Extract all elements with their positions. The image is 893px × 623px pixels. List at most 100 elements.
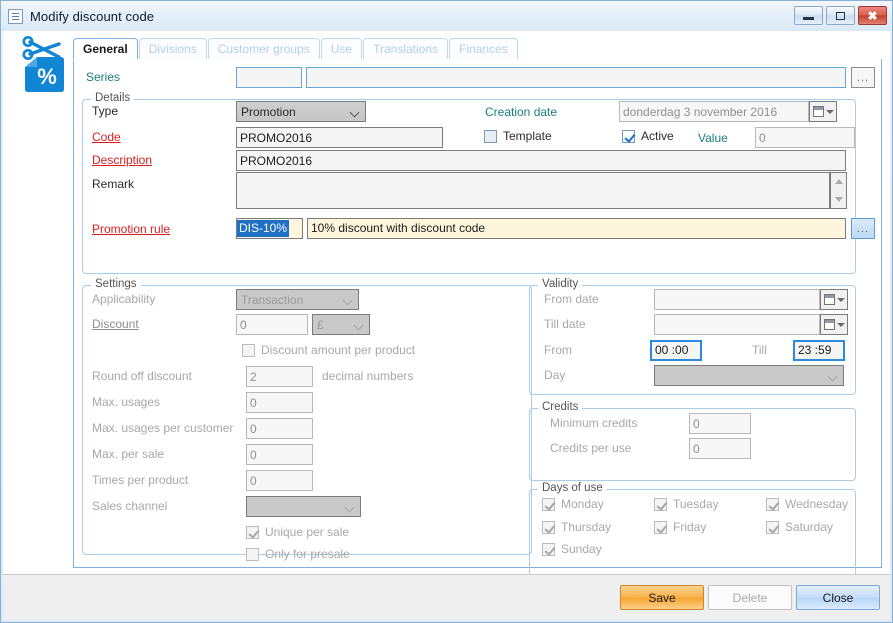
discount-currency-dropdown[interactable]: £: [312, 314, 370, 335]
till-time-input[interactable]: 23 :59: [793, 340, 845, 361]
delete-button-label: Delete: [732, 590, 768, 605]
unique-per-sale-checkbox[interactable]: Unique per sale: [246, 525, 349, 539]
checkbox-box: [542, 497, 555, 511]
day-label-monday: Monday: [561, 497, 604, 511]
window-controls: ✖: [794, 6, 887, 25]
applicability-dropdown[interactable]: Transaction: [236, 289, 359, 310]
creation-date-label: Creation date: [485, 105, 558, 119]
tab-use[interactable]: Use: [320, 38, 363, 59]
chevron-down-icon: [834, 196, 843, 202]
client-area: % General Divisions Customer groups Use …: [3, 31, 890, 585]
round-off-discount-label: Round off discount: [92, 369, 192, 383]
minimize-button[interactable]: [794, 6, 823, 25]
till-time-value: 23 :59: [798, 343, 832, 357]
title-bar: Modify discount code ✖: [1, 1, 892, 31]
promotion-rule-text-field[interactable]: 10% discount with discount code: [307, 218, 846, 239]
scissors-coupon-percent-icon: %: [22, 36, 64, 92]
max-per-sale-label: Max. per sale: [92, 447, 165, 461]
discount-currency-value: £: [317, 317, 324, 332]
code-label: Code: [92, 130, 121, 144]
day-checkbox-wednesday[interactable]: Wednesday: [766, 497, 848, 511]
description-input[interactable]: [236, 150, 846, 171]
creation-date-input[interactable]: [619, 101, 809, 122]
day-checkbox-sunday[interactable]: Sunday: [542, 542, 602, 556]
day-label-wednesday: Wednesday: [785, 497, 849, 511]
promotion-rule-browse-button[interactable]: ...: [851, 218, 875, 239]
max-usages-label: Max. usages: [92, 395, 161, 409]
series-name-input[interactable]: [306, 67, 846, 88]
day-checkbox-tuesday[interactable]: Tuesday: [654, 497, 719, 511]
till-date-label: Till date: [544, 317, 586, 331]
minimum-credits-input[interactable]: [689, 413, 751, 434]
only-for-presale-label: Only for presale: [265, 547, 350, 561]
from-date-picker-button[interactable]: [820, 289, 848, 310]
value-input[interactable]: [755, 127, 855, 148]
day-checkbox-thursday[interactable]: Thursday: [542, 520, 611, 534]
promotion-rule-code-field[interactable]: DIS-10%: [236, 218, 303, 239]
save-button-label: Save: [648, 590, 676, 605]
day-label-thursday: Thursday: [561, 520, 612, 534]
decimal-numbers-label: decimal numbers: [322, 369, 414, 383]
tab-finances[interactable]: Finances: [449, 38, 518, 59]
till-date-input[interactable]: [654, 314, 820, 335]
save-button[interactable]: Save: [620, 585, 704, 610]
remark-label: Remark: [92, 177, 135, 191]
checkbox-box: [542, 520, 555, 534]
from-time-input[interactable]: 00 :00: [650, 340, 702, 361]
validity-legend: Validity: [538, 278, 583, 290]
tab-general[interactable]: General: [73, 38, 138, 59]
discount-amount-per-product-checkbox[interactable]: Discount amount per product: [242, 343, 415, 357]
day-label-tuesday: Tuesday: [673, 497, 719, 511]
chevron-down-icon: [349, 107, 360, 118]
remark-scroll-spinner[interactable]: [830, 172, 847, 209]
discount-input[interactable]: [236, 314, 308, 335]
checkbox-box: [654, 520, 667, 534]
tab-customer-groups[interactable]: Customer groups: [207, 38, 320, 59]
active-checkbox[interactable]: Active: [622, 129, 674, 143]
settings-legend: Settings: [91, 278, 141, 290]
sales-channel-dropdown[interactable]: [246, 496, 361, 517]
day-checkbox-monday[interactable]: Monday: [542, 497, 604, 511]
promotion-rule-text-value: 10% discount with discount code: [311, 221, 486, 235]
only-for-presale-checkbox[interactable]: Only for presale: [246, 547, 350, 561]
days-of-use-legend: Days of use: [538, 482, 607, 494]
close-button[interactable]: Close: [796, 585, 880, 610]
close-window-button[interactable]: ✖: [858, 6, 887, 25]
day-label-sunday: Sunday: [561, 542, 602, 556]
day-dropdown[interactable]: [654, 365, 844, 386]
tab-translations[interactable]: Translations: [363, 38, 449, 59]
max-per-sale-input[interactable]: [246, 444, 313, 465]
max-usages-input[interactable]: [246, 392, 313, 413]
type-dropdown[interactable]: Promotion: [236, 101, 366, 122]
round-off-discount-input[interactable]: [246, 366, 313, 387]
credits-per-use-input[interactable]: [689, 438, 751, 459]
document-icon: [8, 8, 23, 24]
template-checkbox[interactable]: Template: [484, 129, 552, 143]
sales-channel-label: Sales channel: [92, 499, 168, 513]
details-legend: Details: [91, 92, 135, 104]
times-per-product-input[interactable]: [246, 470, 313, 491]
delete-button[interactable]: Delete: [708, 585, 792, 610]
day-label-saturday: Saturday: [785, 520, 834, 534]
code-input[interactable]: [236, 127, 443, 148]
series-browse-button[interactable]: ...: [851, 67, 875, 88]
remark-textarea[interactable]: [236, 172, 830, 209]
applicability-label: Applicability: [92, 292, 156, 306]
close-button-label: Close: [822, 590, 854, 605]
creation-date-picker-button[interactable]: [809, 101, 837, 122]
from-date-input[interactable]: [654, 289, 820, 310]
day-checkbox-friday[interactable]: Friday: [654, 520, 706, 534]
chevron-down-icon: [353, 320, 364, 331]
till-time-label: Till: [752, 343, 767, 357]
series-code-input[interactable]: [236, 67, 302, 88]
till-date-picker-button[interactable]: [820, 314, 848, 335]
day-checkbox-saturday[interactable]: Saturday: [766, 520, 833, 534]
maximize-button[interactable]: [826, 6, 855, 25]
checkbox-box: [654, 497, 667, 511]
tab-divisions[interactable]: Divisions: [138, 38, 207, 59]
calendar-icon: [823, 294, 835, 305]
max-usages-per-customer-input[interactable]: [246, 418, 313, 439]
chevron-down-icon: [836, 322, 845, 327]
unique-per-sale-label: Unique per sale: [265, 525, 350, 539]
minimum-credits-label: Minimum credits: [550, 416, 638, 430]
